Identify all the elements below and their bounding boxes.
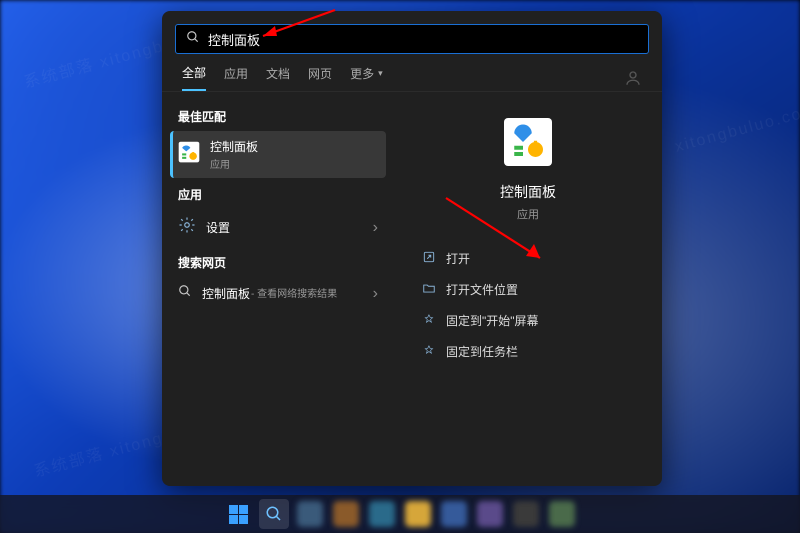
action-pin-to-taskbar[interactable]: 固定到任务栏 [416,337,640,366]
taskbar-app[interactable] [295,499,325,529]
chevron-right-icon: › [373,219,378,237]
taskbar-app[interactable] [367,499,397,529]
section-apps: 应用 [170,178,386,209]
section-web: 搜索网页 [170,246,386,277]
result-title: 设置 [206,219,230,236]
tab-apps[interactable]: 应用 [224,65,248,90]
gear-icon [178,216,196,239]
chevron-right-icon: › [373,285,378,303]
folder-icon [422,281,436,298]
action-label: 固定到"开始"屏幕 [446,312,539,329]
result-subtitle: 应用 [210,156,258,171]
taskbar-app[interactable] [439,499,469,529]
result-title: 控制面板 [202,285,250,302]
action-pin-to-start[interactable]: 固定到"开始"屏幕 [416,306,640,335]
result-control-panel[interactable]: 控制面板 应用 [170,131,386,178]
open-icon [422,250,436,267]
search-input[interactable] [208,32,638,47]
taskbar-app[interactable] [511,499,541,529]
chevron-down-icon: ▾ [378,68,383,79]
taskbar-app[interactable] [547,499,577,529]
detail-pane: 控制面板 应用 打开 打开文件位置 [394,92,662,486]
action-open[interactable]: 打开 [416,244,640,273]
action-label: 打开 [446,250,470,267]
start-button[interactable] [223,499,253,529]
control-panel-icon [504,118,552,166]
result-suffix: - 查看网络搜索结果 [251,285,337,302]
taskbar-search-button[interactable] [259,499,289,529]
pin-icon [422,312,436,329]
result-settings[interactable]: 设置 › [170,209,386,246]
tab-web[interactable]: 网页 [308,65,332,90]
tab-more[interactable]: 更多 ▾ [350,65,383,90]
search-icon [186,30,200,49]
tab-documents[interactable]: 文档 [266,65,290,90]
search-window: 全部 应用 文档 网页 更多 ▾ 最佳匹配 [162,11,662,486]
taskbar-app[interactable] [403,499,433,529]
control-panel-icon [178,141,200,168]
action-open-file-location[interactable]: 打开文件位置 [416,275,640,304]
search-bar[interactable] [175,24,649,54]
results-column: 最佳匹配 控制面板 应用 应用 [162,92,394,486]
windows-logo-icon [229,505,248,524]
result-title: 控制面板 [210,138,258,155]
detail-title: 控制面板 [500,182,556,202]
search-tabs: 全部 应用 文档 网页 更多 ▾ [162,54,662,92]
action-label: 固定到任务栏 [446,343,518,360]
result-web-search[interactable]: 控制面板 - 查看网络搜索结果 › [170,277,386,310]
detail-subtitle: 应用 [517,206,539,222]
tab-all[interactable]: 全部 [182,64,206,91]
pin-icon [422,343,436,360]
account-icon[interactable] [624,69,642,87]
taskbar-app[interactable] [475,499,505,529]
taskbar-app[interactable] [331,499,361,529]
search-icon [178,284,192,303]
action-label: 打开文件位置 [446,281,518,298]
taskbar[interactable] [0,495,800,533]
section-best-match: 最佳匹配 [170,100,386,131]
